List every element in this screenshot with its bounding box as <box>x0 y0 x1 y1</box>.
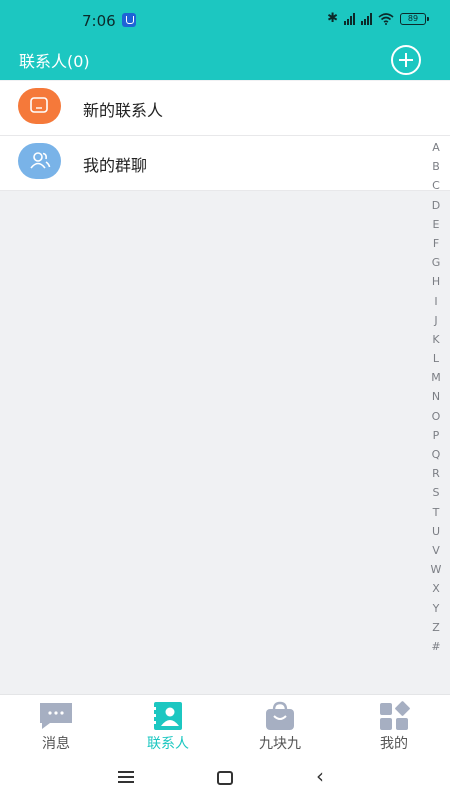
list-item-label: 新的联系人 <box>83 101 164 120</box>
index-letter[interactable]: Z <box>432 618 440 637</box>
new-contact-icon <box>18 88 61 124</box>
hd-signal-icon <box>344 12 355 25</box>
list-item-label: 我的群聊 <box>83 156 148 175</box>
tab-label: 九块九 <box>259 736 301 752</box>
alphabet-index[interactable]: A B C D E F G H I J K L M N O P Q R S T … <box>428 138 444 656</box>
shopping-bag-icon <box>266 701 294 730</box>
app-shield-icon <box>122 13 136 27</box>
index-letter[interactable]: M <box>431 368 441 387</box>
add-contact-button[interactable] <box>391 45 421 75</box>
index-letter[interactable]: L <box>433 349 439 368</box>
menu-icon[interactable] <box>118 771 134 783</box>
back-icon[interactable]: ‹ <box>316 764 324 788</box>
tab-label: 消息 <box>42 736 70 752</box>
tab-contacts[interactable]: 联系人 <box>112 695 224 757</box>
tab-label: 联系人 <box>147 736 189 752</box>
message-icon <box>40 703 72 729</box>
index-letter[interactable]: T <box>433 503 440 522</box>
hd-signal-icon <box>361 12 372 25</box>
group-chat-icon <box>18 143 61 179</box>
apps-icon <box>380 701 410 730</box>
index-letter[interactable]: E <box>433 215 440 234</box>
index-letter[interactable]: I <box>434 292 437 311</box>
list-item-new-contact[interactable]: 新的联系人 <box>0 81 450 136</box>
tab-mine[interactable]: 我的 <box>338 695 450 757</box>
page-title: 联系人(0) <box>19 52 90 71</box>
tab-ninety-nine[interactable]: 九块九 <box>224 695 336 757</box>
index-letter[interactable]: Q <box>432 445 441 464</box>
index-letter[interactable]: # <box>431 637 440 656</box>
index-letter[interactable]: B <box>432 157 440 176</box>
index-letter[interactable]: R <box>432 464 440 483</box>
index-letter[interactable]: C <box>432 176 440 195</box>
index-letter[interactable]: S <box>433 483 440 502</box>
status-icons: ✱ 89 <box>327 11 429 26</box>
index-letter[interactable]: H <box>432 272 440 291</box>
tab-messages[interactable]: 消息 <box>0 695 112 757</box>
index-letter[interactable]: P <box>433 426 440 445</box>
battery-icon: 89 <box>400 12 429 25</box>
status-time: 7:06 <box>82 12 116 30</box>
index-letter[interactable]: N <box>432 387 440 406</box>
index-letter[interactable]: Y <box>433 599 440 618</box>
index-letter[interactable]: W <box>431 560 442 579</box>
contacts-icon <box>152 702 182 730</box>
index-letter[interactable]: V <box>432 541 440 560</box>
index-letter[interactable]: F <box>433 234 439 253</box>
index-letter[interactable]: X <box>432 579 440 598</box>
index-letter[interactable]: O <box>432 407 441 426</box>
header: 联系人(0) <box>0 40 450 80</box>
bluetooth-icon: ✱ <box>327 11 338 26</box>
index-letter[interactable]: A <box>432 138 440 157</box>
top-bar: 7:06 ✱ 89 联系人(0) <box>0 0 450 80</box>
tab-label: 我的 <box>380 736 408 752</box>
status-bar: 7:06 ✱ 89 <box>0 0 450 40</box>
bottom-tab-bar: 消息 联系人 九块九 我的 <box>0 694 450 756</box>
index-letter[interactable]: D <box>432 196 440 215</box>
index-letter[interactable]: U <box>432 522 440 541</box>
index-letter[interactable]: J <box>434 311 437 330</box>
list-item-group-chat[interactable]: 我的群聊 <box>0 136 450 191</box>
home-icon[interactable] <box>217 771 233 785</box>
system-navigation-bar: ‹ <box>0 756 450 800</box>
index-letter[interactable]: K <box>432 330 439 349</box>
wifi-icon <box>378 12 394 25</box>
index-letter[interactable]: G <box>432 253 441 272</box>
